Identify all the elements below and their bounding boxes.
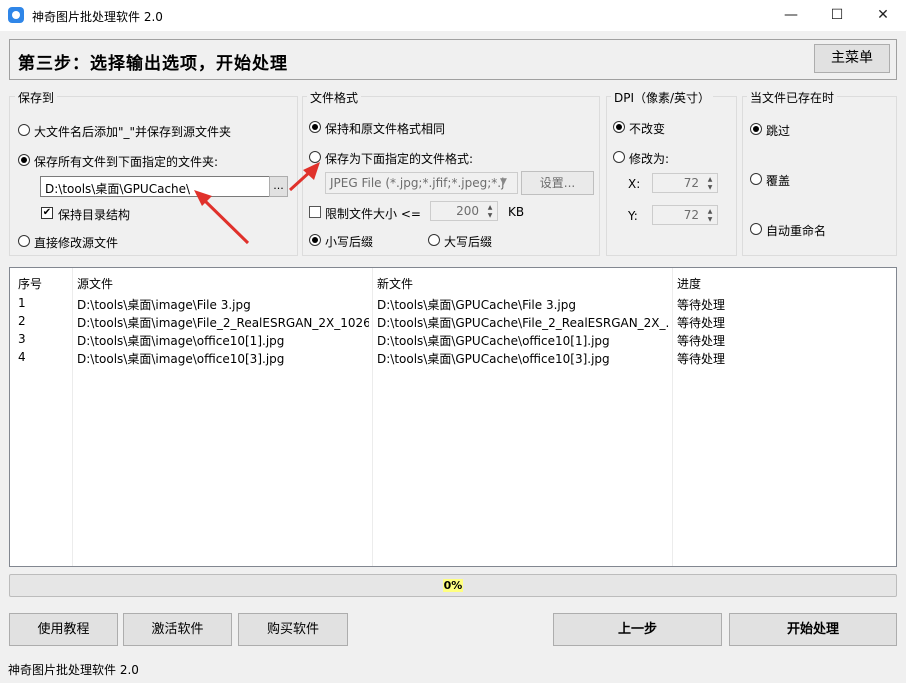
radio-exists-overwrite[interactable] — [750, 173, 762, 185]
radio-lowercase-ext-label: 小写后缀 — [325, 235, 374, 249]
limit-size-unit: KB — [508, 205, 525, 219]
row-index: 1 — [18, 296, 26, 310]
limit-size-spinner[interactable]: 200 ▲ ▼ — [430, 201, 498, 221]
radio-uppercase-ext-label: 大写后缀 — [444, 235, 493, 249]
row-index: 3 — [18, 332, 26, 346]
dpi-x-value: 72 — [683, 176, 699, 190]
annotation-arrows — [194, 162, 320, 245]
column-header-index[interactable]: 序号 — [18, 275, 42, 292]
close-button[interactable]: ✕ — [860, 0, 906, 31]
row-target: D:\tools\桌面\GPUCache\office10[3].jpg — [377, 352, 610, 366]
page-title: 第三步：选择输出选项，开始处理 — [18, 54, 288, 74]
window-title: 神奇图片批处理软件 2.0 — [32, 10, 163, 24]
row-source: D:\tools\桌面\image\File 3.jpg — [77, 298, 251, 312]
app-icon — [8, 7, 24, 23]
previous-step-button[interactable]: 上一步 — [553, 613, 722, 646]
step-header: 第三步：选择输出选项，开始处理 主菜单 — [9, 39, 897, 80]
row-source: D:\tools\桌面\image\office10[1].jpg — [77, 334, 285, 348]
radio-save-folder[interactable] — [18, 154, 30, 166]
radio-exists-rename-label: 自动重命名 — [766, 224, 827, 238]
maximize-button[interactable]: ☐ — [814, 0, 860, 31]
table-row[interactable]: 1 D:\tools\桌面\image\File 3.jpg D:\tools\… — [10, 295, 896, 313]
format-select-value: JPEG File (*.jpg;*.jfif;*.jpeg;*.j — [330, 176, 505, 190]
row-status: 等待处理 — [677, 334, 726, 348]
progress-bar: 0% — [9, 574, 897, 597]
start-processing-button[interactable]: 开始处理 — [729, 613, 897, 646]
column-header-progress[interactable]: 进度 — [677, 275, 701, 292]
dpi-y-value: 72 — [683, 208, 699, 222]
file-list[interactable]: 序号 源文件 新文件 进度 1 D:\tools\桌面\image\File 3… — [9, 267, 897, 567]
row-target: D:\tools\桌面\GPUCache\File 3.jpg — [377, 298, 576, 312]
limit-size-value: 200 — [456, 204, 479, 218]
radio-same-format-label: 保持和原文件格式相同 — [325, 122, 446, 136]
row-source: D:\tools\桌面\image\office10[3].jpg — [77, 352, 285, 366]
table-row[interactable]: 3 D:\tools\桌面\image\office10[1].jpg D:\t… — [10, 331, 896, 349]
title-bar: 神奇图片批处理软件 2.0 — ☐ ✕ — [0, 0, 906, 31]
save-to-label: 保存到 — [15, 89, 58, 106]
row-target: D:\tools\桌面\GPUCache\office10[1].jpg — [377, 334, 610, 348]
main-menu-button[interactable]: 主菜单 — [814, 44, 890, 73]
row-index: 4 — [18, 350, 26, 364]
radio-dpi-change[interactable] — [613, 151, 625, 163]
row-status: 等待处理 — [677, 298, 726, 312]
radio-dpi-change-label: 修改为: — [629, 152, 670, 166]
radio-exists-skip[interactable] — [750, 123, 762, 135]
chevron-down-icon: ▼ — [500, 177, 507, 187]
table-row[interactable]: 2 D:\tools\桌面\image\File_2_RealESRGAN_2X… — [10, 313, 896, 331]
radio-same-format[interactable] — [309, 121, 321, 133]
radio-uppercase-ext[interactable] — [428, 234, 440, 246]
progress-label: 0% — [442, 579, 464, 592]
minimize-button[interactable]: — — [768, 0, 814, 31]
row-target: D:\tools\桌面\GPUCache\File_2_RealESRGAN_2… — [377, 316, 669, 330]
keep-structure-checkbox[interactable]: ✔ — [41, 207, 53, 219]
buy-button[interactable]: 购买软件 — [238, 613, 348, 646]
keep-structure-label: 保持目录结构 — [58, 208, 131, 222]
format-select[interactable]: JPEG File (*.jpg;*.jfif;*.jpeg;*.j — [325, 172, 518, 194]
dpi-y-spinner[interactable]: 72 ▲ ▼ — [652, 205, 718, 225]
radio-exists-rename[interactable] — [750, 223, 762, 235]
spinner-arrows-icon[interactable]: ▲ ▼ — [485, 204, 495, 220]
radio-specified-format-label: 保存为下面指定的文件格式: — [325, 152, 474, 166]
radio-modify-source-label: 直接修改源文件 — [34, 236, 119, 250]
radio-dpi-keep-label: 不改变 — [629, 122, 666, 136]
status-text: 神奇图片批处理软件 2.0 — [8, 663, 139, 677]
spinner-arrows-icon[interactable]: ▲ ▼ — [705, 176, 715, 192]
file-format-label: 文件格式 — [307, 89, 362, 106]
row-status: 等待处理 — [677, 352, 726, 366]
radio-exists-skip-label: 跳过 — [766, 124, 791, 138]
column-header-target[interactable]: 新文件 — [377, 275, 413, 292]
status-bar: 神奇图片批处理软件 2.0 — [0, 655, 906, 683]
row-status: 等待处理 — [677, 316, 726, 330]
activate-button[interactable]: 激活软件 — [123, 613, 232, 646]
limit-size-label: 限制文件大小 <= — [325, 207, 421, 221]
radio-suffix-source-label: 大文件名后添加"_"并保存到源文件夹 — [34, 125, 232, 139]
radio-modify-source[interactable] — [18, 235, 30, 247]
dpi-x-label: X: — [628, 177, 641, 191]
annotation-arrow-folder — [200, 196, 250, 245]
radio-dpi-keep[interactable] — [613, 121, 625, 133]
dpi-y-label: Y: — [628, 209, 638, 223]
tutorial-button[interactable]: 使用教程 — [9, 613, 118, 646]
row-source: D:\tools\桌面\image\File_2_RealESRGAN_2X_1… — [77, 316, 369, 330]
radio-exists-overwrite-label: 覆盖 — [766, 174, 791, 188]
spinner-arrows-icon[interactable]: ▲ ▼ — [705, 208, 715, 224]
column-header-source[interactable]: 源文件 — [77, 275, 113, 292]
table-row[interactable]: 4 D:\tools\桌面\image\office10[3].jpg D:\t… — [10, 349, 896, 367]
row-index: 2 — [18, 314, 26, 328]
dpi-x-spinner[interactable]: 72 ▲ ▼ — [652, 173, 718, 193]
format-settings-button[interactable]: 设置... — [521, 171, 594, 195]
radio-suffix-source[interactable] — [18, 124, 30, 136]
file-exists-label: 当文件已存在时 — [747, 89, 838, 106]
dpi-label: DPI（像素/英寸） — [611, 89, 714, 106]
